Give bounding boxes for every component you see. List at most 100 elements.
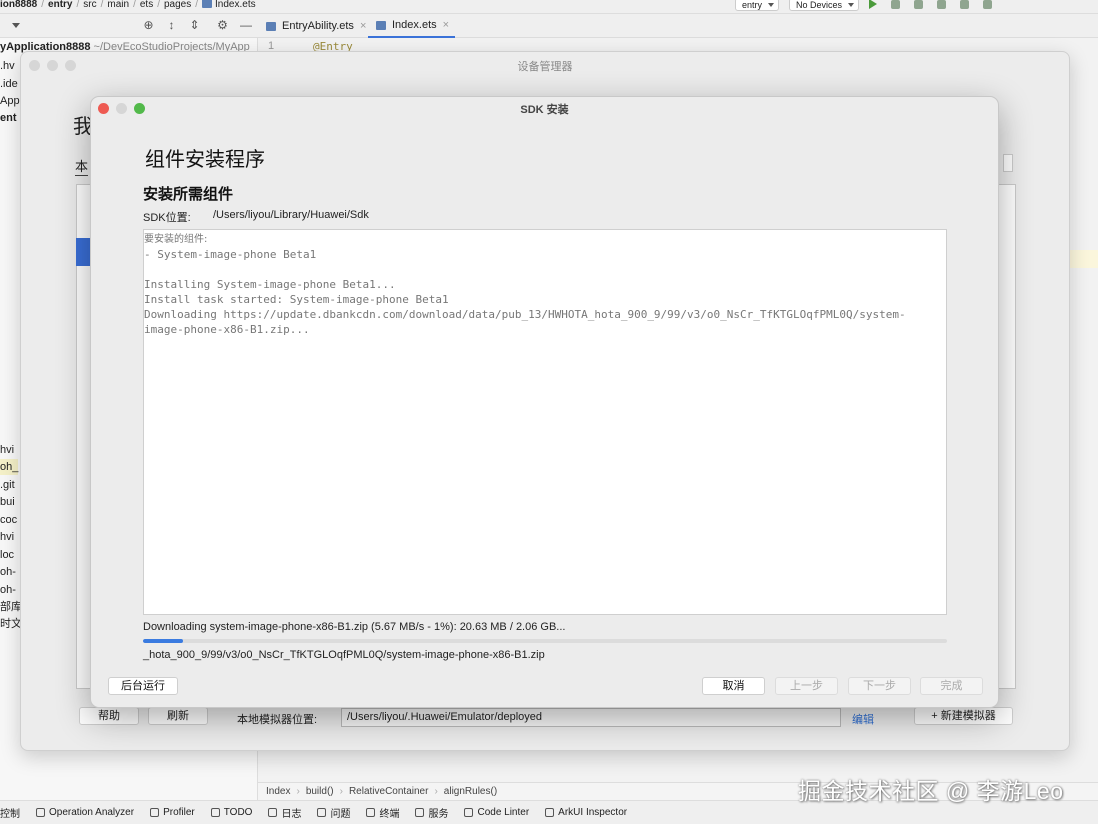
- help-button[interactable]: 帮助: [79, 707, 139, 725]
- close-icon[interactable]: ×: [360, 20, 366, 32]
- toolwin-control[interactable]: 控制: [0, 805, 20, 820]
- breadcrumb-file[interactable]: Index.ets: [215, 0, 256, 10]
- log-line: 要安装的组件:: [144, 234, 208, 245]
- locate-icon[interactable]: ⊕: [143, 19, 154, 31]
- tab-entryability[interactable]: EntryAbility.ets ×: [258, 14, 372, 38]
- log-line: Install task started: System-image-phone…: [144, 293, 449, 306]
- toolwin-operation-analyzer[interactable]: Operation Analyzer: [36, 807, 134, 818]
- rerun-icon[interactable]: [937, 0, 947, 9]
- debug-icon[interactable]: [891, 0, 901, 9]
- log-line: - System-image-phone Beta1: [144, 248, 317, 261]
- tree-item[interactable]: 时文: [0, 616, 22, 632]
- window-title: 设备管理器: [517, 61, 573, 73]
- tab-local-emulator[interactable]: 本: [75, 156, 89, 176]
- stop-icon[interactable]: [983, 0, 993, 9]
- breadcrumb-src[interactable]: src: [83, 0, 96, 10]
- project-toolbar: ⊕ ↕ ⇕ ⚙ —: [0, 14, 258, 38]
- toolwin-todo[interactable]: TODO: [210, 807, 252, 818]
- cancel-button[interactable]: 取消: [702, 677, 765, 695]
- search-field[interactable]: [1003, 154, 1013, 172]
- tree-item[interactable]: .ide: [0, 76, 18, 92]
- toolwin-profiler[interactable]: Profiler: [150, 807, 195, 818]
- tab-label: EntryAbility.ets: [282, 20, 354, 32]
- local-path-field[interactable]: /Users/liyou/.Huawei/Emulator/deployed: [341, 708, 841, 727]
- ets-file-icon: [202, 0, 213, 9]
- tree-item[interactable]: bui: [0, 494, 15, 510]
- tree-item[interactable]: hvi: [0, 529, 14, 545]
- sdk-location-value: /Users/liyou/Library/Huawei/Sdk: [213, 209, 369, 221]
- log-icon: [268, 808, 278, 817]
- download-file-path: _hota_900_9/99/v3/o0_NsCr_TfKTGLOqfPML0Q…: [143, 649, 545, 661]
- toolwin-terminal[interactable]: 终端: [366, 805, 399, 820]
- breadcrumb-module[interactable]: entry: [48, 0, 72, 10]
- watermark-text: 掘金技术社区 @ 李游Leo: [798, 778, 1064, 804]
- finish-button[interactable]: 完成: [920, 677, 983, 695]
- log-line: Installing System-image-phone Beta1...: [144, 278, 396, 291]
- next-button[interactable]: 下一步: [848, 677, 911, 695]
- attach-icon[interactable]: [960, 0, 970, 9]
- tree-item[interactable]: oh-: [0, 582, 16, 598]
- code-crumb[interactable]: RelativeContainer: [349, 786, 429, 797]
- tree-item[interactable]: .hv: [0, 58, 15, 74]
- run-toolbar: entry No Devices: [735, 0, 1006, 11]
- device-selector[interactable]: No Devices: [789, 0, 860, 11]
- gear-icon[interactable]: ⚙: [217, 19, 228, 31]
- dialog-subheading: 安装所需组件: [143, 186, 234, 203]
- code-crumb[interactable]: alignRules(): [444, 786, 497, 797]
- progress-fill: [143, 639, 184, 643]
- expand-all-icon[interactable]: ↕: [166, 19, 177, 31]
- collapse-all-icon[interactable]: ⇕: [189, 19, 200, 31]
- toolwin-log[interactable]: 日志: [268, 805, 301, 820]
- run-icon[interactable]: [869, 0, 878, 9]
- selected-row[interactable]: [76, 238, 90, 266]
- ide-breadcrumb: ion8888 / entry / src / main / ets / pag…: [0, 0, 256, 10]
- tree-item[interactable]: loc: [0, 547, 14, 563]
- profile-icon[interactable]: [914, 0, 924, 9]
- edit-link[interactable]: 编辑: [852, 711, 874, 727]
- toolwin-code-linter[interactable]: Code Linter: [464, 807, 529, 818]
- tree-item[interactable]: oh_: [0, 459, 19, 475]
- code-crumb[interactable]: build(): [306, 786, 334, 797]
- tree-item[interactable]: oh-: [0, 564, 16, 580]
- breadcrumb-project[interactable]: ion8888: [0, 0, 37, 10]
- close-icon[interactable]: ×: [443, 19, 449, 31]
- profiler-icon: [150, 808, 160, 817]
- editor-tab-bar: EntryAbility.ets × Index.ets ×: [258, 14, 1098, 38]
- background-run-button[interactable]: 后台运行: [108, 677, 178, 695]
- ets-file-icon: [376, 20, 386, 30]
- tab-label: Index.ets: [392, 19, 437, 31]
- breadcrumb-pages[interactable]: pages: [164, 0, 191, 10]
- tab-index[interactable]: Index.ets ×: [368, 14, 456, 38]
- install-log[interactable]: 要安装的组件: - System-image-phone Beta1 Insta…: [143, 229, 947, 615]
- download-progress-bar: [143, 639, 947, 643]
- sdk-location-label: SDK位置:: [143, 212, 191, 224]
- code-crumb[interactable]: Index: [266, 786, 290, 797]
- tree-item[interactable]: coc: [0, 512, 17, 528]
- tree-item[interactable]: .git: [0, 477, 15, 493]
- toolwin-problems[interactable]: 问题: [317, 805, 350, 820]
- log-line: image-phone-x86-B1.zip...: [144, 323, 310, 336]
- previous-button[interactable]: 上一步: [775, 677, 838, 695]
- tree-item[interactable]: ent: [0, 110, 17, 126]
- tree-item[interactable]: 部库: [0, 599, 22, 615]
- local-path-label: 本地模拟器位置:: [237, 714, 318, 726]
- terminal-icon: [366, 808, 376, 817]
- toolwin-services[interactable]: 服务: [415, 805, 448, 820]
- inspector-icon: [545, 808, 555, 817]
- breadcrumb-ets[interactable]: ets: [140, 0, 153, 10]
- refresh-button[interactable]: 刷新: [148, 707, 208, 725]
- search-icon: [464, 808, 474, 817]
- minimize-icon[interactable]: —: [240, 19, 252, 31]
- tree-item[interactable]: hvi: [0, 442, 14, 458]
- download-status: Downloading system-image-phone-x86-B1.zi…: [143, 621, 566, 633]
- chevron-down-icon[interactable]: [12, 23, 20, 28]
- breadcrumb-main[interactable]: main: [107, 0, 129, 10]
- tree-item[interactable]: App: [0, 93, 20, 109]
- ide-title-bar: ion8888 / entry / src / main / ets / pag…: [0, 0, 1098, 14]
- dialog-title: SDK 安装: [520, 104, 569, 116]
- toolwin-arkui-inspector[interactable]: ArkUI Inspector: [545, 807, 627, 818]
- new-emulator-button[interactable]: + 新建模拟器: [914, 707, 1013, 725]
- play-icon: [415, 808, 425, 817]
- module-selector[interactable]: entry: [735, 0, 780, 11]
